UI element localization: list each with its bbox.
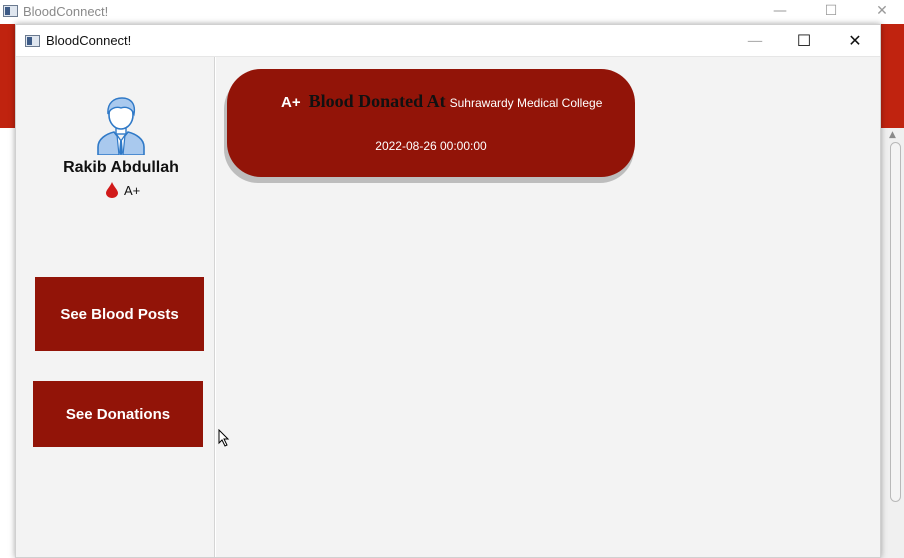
screen: BloodConnect! — ☐ ✕ ▲ BloodConnect! — ☐ … (0, 0, 904, 558)
app-icon (25, 35, 40, 47)
sidebar: Rakib Abdullah A+ See Blood Posts See Do… (16, 57, 215, 557)
background-window-title: BloodConnect! (23, 4, 109, 19)
background-header-band (0, 24, 15, 128)
mouse-cursor-icon (218, 429, 230, 447)
donation-place: Suhrawardy Medical College (449, 96, 603, 110)
donations-panel: A+ Blood Donated At Suhrawardy Medical C… (216, 57, 880, 557)
see-blood-posts-button[interactable]: See Blood Posts (35, 277, 204, 351)
donation-card-header: A+ Blood Donated At Suhrawardy Medical C… (281, 91, 602, 113)
user-blood-type: A+ (106, 181, 140, 199)
donation-blood-type: A+ (281, 94, 301, 111)
donation-card[interactable]: A+ Blood Donated At Suhrawardy Medical C… (227, 69, 635, 177)
user-name: Rakib Abdullah (63, 159, 179, 176)
blood-type-label: A+ (124, 182, 141, 198)
scroll-up-arrow-icon[interactable]: ▲ (889, 130, 896, 140)
window-title: BloodConnect! (46, 33, 132, 48)
app-icon (3, 5, 18, 17)
donation-datetime: 2022-08-26 00:00:00 (375, 139, 487, 153)
blood-drop-icon (106, 182, 118, 198)
close-button[interactable]: ✕ (830, 25, 880, 57)
maximize-button[interactable]: ☐ (779, 25, 829, 57)
app-window: BloodConnect! — ☐ ✕ Rakib Abdullah A+ Se… (15, 24, 881, 558)
donation-heading: Blood Donated At (308, 91, 446, 111)
user-avatar-icon (97, 97, 145, 155)
background-close-button[interactable]: ✕ (862, 0, 902, 24)
minimize-button[interactable]: — (730, 25, 780, 57)
background-header-band-right (880, 24, 904, 128)
see-donations-button[interactable]: See Donations (33, 381, 203, 447)
window-titlebar: BloodConnect! — ☐ ✕ (16, 25, 880, 57)
background-window-titlebar: BloodConnect! — ☐ ✕ (0, 0, 904, 24)
background-maximize-button[interactable]: ☐ (811, 0, 851, 24)
background-minimize-button[interactable]: — (760, 0, 800, 24)
background-scrollbar[interactable] (890, 142, 901, 502)
